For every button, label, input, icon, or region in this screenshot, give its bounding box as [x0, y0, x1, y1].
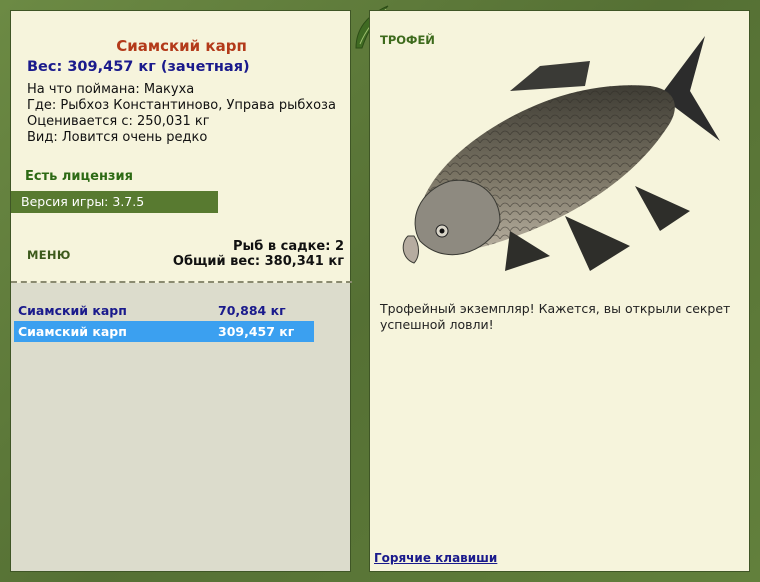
fish-info-panel: Сиамский карп Вес: 309,457 кг (зачетная)… — [10, 10, 352, 572]
fish-bait: На что поймана: Макуха — [27, 82, 195, 97]
catch-list-row[interactable]: Сиамский карп 70,884 кг — [14, 300, 314, 321]
catch-fish-name: Сиамский карп — [18, 324, 127, 339]
catch-list-row-selected[interactable]: Сиамский карп 309,457 кг — [14, 321, 314, 342]
fish-location: Где: Рыбхоз Константиново, Управа рыбхоз… — [27, 98, 336, 113]
catch-fish-weight: 70,884 кг — [218, 303, 286, 318]
catch-fish-name: Сиамский карп — [18, 303, 127, 318]
trophy-panel: ТРОФЕЙ Трофейный экземпляр! Кажется, вы … — [369, 10, 750, 572]
menu-button[interactable]: МЕНЮ — [27, 248, 71, 262]
version-bar: Версия игры: 3.7.5 — [11, 191, 218, 213]
net-stats: Рыб в садке: 2 Общий вес: 380,341 кг — [173, 239, 344, 269]
hotkeys-link[interactable]: Горячие клавиши — [374, 551, 497, 565]
catch-list: Сиамский карп 70,884 кг Сиамский карп 30… — [11, 283, 350, 571]
trophy-message: Трофейный экземпляр! Кажется, вы открыли… — [380, 301, 731, 332]
fish-rarity: Вид: Ловится очень редко — [27, 130, 208, 145]
fish-title: Сиамский карп — [116, 37, 247, 55]
fish-valued: Оценивается с: 250,031 кг — [27, 114, 210, 129]
net-count: Рыб в садке: 2 — [232, 239, 344, 254]
net-total-weight: Общий вес: 380,341 кг — [172, 254, 344, 269]
catch-fish-weight: 309,457 кг — [218, 324, 295, 339]
fish-image — [402, 36, 720, 271]
license-status: Есть лицензия — [25, 169, 133, 184]
fish-weight: Вес: 309,457 кг (зачетная) — [27, 59, 250, 75]
